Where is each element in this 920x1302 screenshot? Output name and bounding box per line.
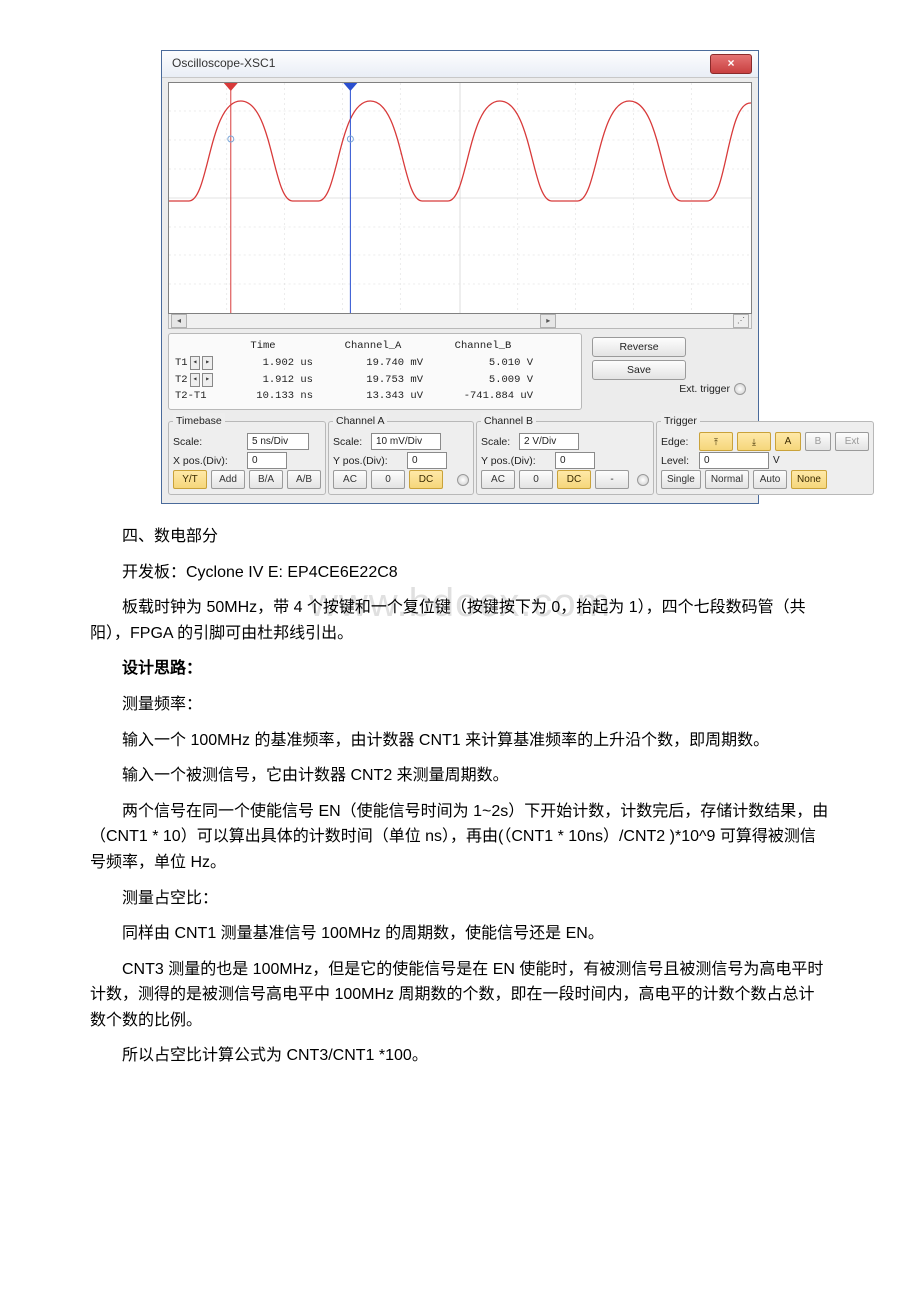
t1-cha: 19.740 mV bbox=[323, 355, 433, 372]
trg-a-button[interactable]: A bbox=[775, 432, 801, 451]
dt-time: 10.133 ns bbox=[213, 388, 323, 405]
channel-a-panel: Channel A Scale: 10 mV/Div Y pos.(Div): … bbox=[328, 413, 474, 495]
titlebar: Oscilloscope-XSC1 × bbox=[162, 51, 758, 78]
paragraph: 测量占空比： bbox=[90, 886, 830, 912]
cha-ypos-input[interactable]: 0 bbox=[407, 452, 447, 469]
channel-b-panel: Channel B Scale: 2 V/Div Y pos.(Div): 0 … bbox=[476, 413, 654, 495]
close-button[interactable]: × bbox=[710, 54, 752, 74]
timebase-legend: Timebase bbox=[173, 413, 225, 430]
cha-led-icon bbox=[457, 474, 469, 486]
chb-scale-input[interactable]: 2 V/Div bbox=[519, 433, 579, 450]
dt-cha: 13.343 uV bbox=[323, 388, 433, 405]
cha-ac-button[interactable]: AC bbox=[333, 470, 367, 489]
level-label: Level: bbox=[661, 453, 695, 470]
paragraph: 同样由 CNT1 测量基准信号 100MHz 的周期数，使能信号还是 EN。 bbox=[90, 921, 830, 947]
t1-chb: 5.010 V bbox=[433, 355, 543, 372]
chb-legend: Channel B bbox=[481, 413, 536, 430]
t1-time: 1.902 us bbox=[213, 355, 323, 372]
section-heading: 四、数电部分 bbox=[90, 524, 830, 550]
level-unit: V bbox=[773, 453, 780, 469]
sub-heading: 设计思路： bbox=[90, 656, 830, 682]
normal-button[interactable]: Normal bbox=[705, 470, 749, 489]
paragraph: 测量频率： bbox=[90, 692, 830, 718]
resize-grip-icon[interactable]: ⋰ bbox=[733, 314, 749, 328]
col-time: Time bbox=[213, 338, 323, 355]
edge-fall-button[interactable]: ⤓ bbox=[737, 432, 771, 451]
paragraph: 两个信号在同一个使能信号 EN（使能信号时间为 1~2s）下开始计数，计数完后，… bbox=[90, 799, 830, 876]
t1-right-button[interactable]: ▸ bbox=[202, 356, 213, 370]
close-icon: × bbox=[727, 54, 734, 73]
t2-chb: 5.009 V bbox=[433, 372, 543, 389]
ab-button[interactable]: A/B bbox=[287, 470, 321, 489]
oscilloscope-screen bbox=[168, 82, 752, 314]
col-chb: Channel_B bbox=[433, 338, 543, 355]
level-input[interactable]: 0 bbox=[699, 452, 769, 469]
trg-b-button[interactable]: B bbox=[805, 432, 831, 451]
paragraph: CNT3 测量的也是 100MHz，但是它的使能信号是在 EN 使能时，有被测信… bbox=[90, 957, 830, 1034]
auto-button[interactable]: Auto bbox=[753, 470, 787, 489]
ba-button[interactable]: B/A bbox=[249, 470, 283, 489]
cha-legend: Channel A bbox=[333, 413, 387, 430]
trg-ext-button[interactable]: Ext bbox=[835, 432, 869, 451]
col-cha: Channel_A bbox=[323, 338, 433, 355]
scroll-left-icon[interactable]: ◂ bbox=[171, 314, 187, 328]
none-button[interactable]: None bbox=[791, 470, 827, 489]
add-button[interactable]: Add bbox=[211, 470, 245, 489]
cha-dc-button[interactable]: DC bbox=[409, 470, 443, 489]
dt-label: T2-T1 bbox=[175, 388, 213, 405]
screen-scrollbar[interactable]: ◂ ▸ ⋰ bbox=[168, 314, 752, 329]
tb-xpos-input[interactable]: 0 bbox=[247, 452, 287, 469]
ext-trigger-label: Ext. trigger bbox=[679, 381, 730, 398]
cha-scale-label: Scale: bbox=[333, 434, 367, 451]
t1-label: T1 bbox=[175, 355, 188, 372]
cha-zero-button[interactable]: 0 bbox=[371, 470, 405, 489]
paragraph: 输入一个被测信号，它由计数器 CNT2 来测量周期数。 bbox=[90, 763, 830, 789]
chb-dc-button[interactable]: DC bbox=[557, 470, 591, 489]
t2-left-button[interactable]: ◂ bbox=[190, 373, 201, 387]
tb-xpos-label: X pos.(Div): bbox=[173, 453, 243, 470]
cursor-readout: Time Channel_A Channel_B T1 ◂ ▸ 1.902 us… bbox=[168, 333, 582, 410]
timebase-panel: Timebase Scale: 5 ns/Div X pos.(Div): 0 … bbox=[168, 413, 326, 495]
t2-time: 1.912 us bbox=[213, 372, 323, 389]
t2-right-button[interactable]: ▸ bbox=[202, 373, 213, 387]
t2-cha: 19.753 mV bbox=[323, 372, 433, 389]
chb-ypos-label: Y pos.(Div): bbox=[481, 453, 551, 470]
edge-label: Edge: bbox=[661, 434, 695, 451]
chb-led-icon bbox=[637, 474, 649, 486]
ext-trigger-led-icon bbox=[734, 383, 746, 395]
chb-zero-button[interactable]: 0 bbox=[519, 470, 553, 489]
trigger-legend: Trigger bbox=[661, 413, 700, 430]
edge-rise-button[interactable]: ⤒ bbox=[699, 432, 733, 451]
dt-chb: -741.884 uV bbox=[433, 388, 543, 405]
paragraph: 输入一个 100MHz 的基准频率，由计数器 CNT1 来计算基准频率的上升沿个… bbox=[90, 728, 830, 754]
tb-scale-label: Scale: bbox=[173, 434, 243, 451]
chb-ac-button[interactable]: AC bbox=[481, 470, 515, 489]
t2-label: T2 bbox=[175, 372, 188, 389]
paragraph: 开发板：Cyclone IV E: EP4CE6E22C8 bbox=[90, 560, 830, 586]
save-button[interactable]: Save bbox=[592, 360, 686, 380]
paragraph: 板载时钟为 50MHz，带 4 个按键和一个复位键（按键按下为 0，抬起为 1）… bbox=[90, 595, 830, 646]
trigger-panel: Trigger Edge: ⤒ ⤓ A B Ext Level: 0 V bbox=[656, 413, 874, 495]
cha-ypos-label: Y pos.(Div): bbox=[333, 453, 403, 470]
oscilloscope-window: Oscilloscope-XSC1 × bbox=[161, 50, 759, 504]
window-title: Oscilloscope-XSC1 bbox=[172, 54, 710, 73]
tb-scale-input[interactable]: 5 ns/Div bbox=[247, 433, 309, 450]
chb-ypos-input[interactable]: 0 bbox=[555, 452, 595, 469]
chb-scale-label: Scale: bbox=[481, 434, 515, 451]
reverse-button[interactable]: Reverse bbox=[592, 337, 686, 357]
scroll-right-icon[interactable]: ▸ bbox=[540, 314, 556, 328]
document-body: 四、数电部分 开发板：Cyclone IV E: EP4CE6E22C8 板载时… bbox=[90, 524, 830, 1069]
cha-scale-input[interactable]: 10 mV/Div bbox=[371, 433, 441, 450]
single-button[interactable]: Single bbox=[661, 470, 701, 489]
paragraph: 所以占空比计算公式为 CNT3/CNT1 *100。 bbox=[90, 1043, 830, 1069]
chb-minus-button[interactable]: - bbox=[595, 470, 629, 489]
t1-left-button[interactable]: ◂ bbox=[190, 356, 201, 370]
yt-button[interactable]: Y/T bbox=[173, 470, 207, 489]
